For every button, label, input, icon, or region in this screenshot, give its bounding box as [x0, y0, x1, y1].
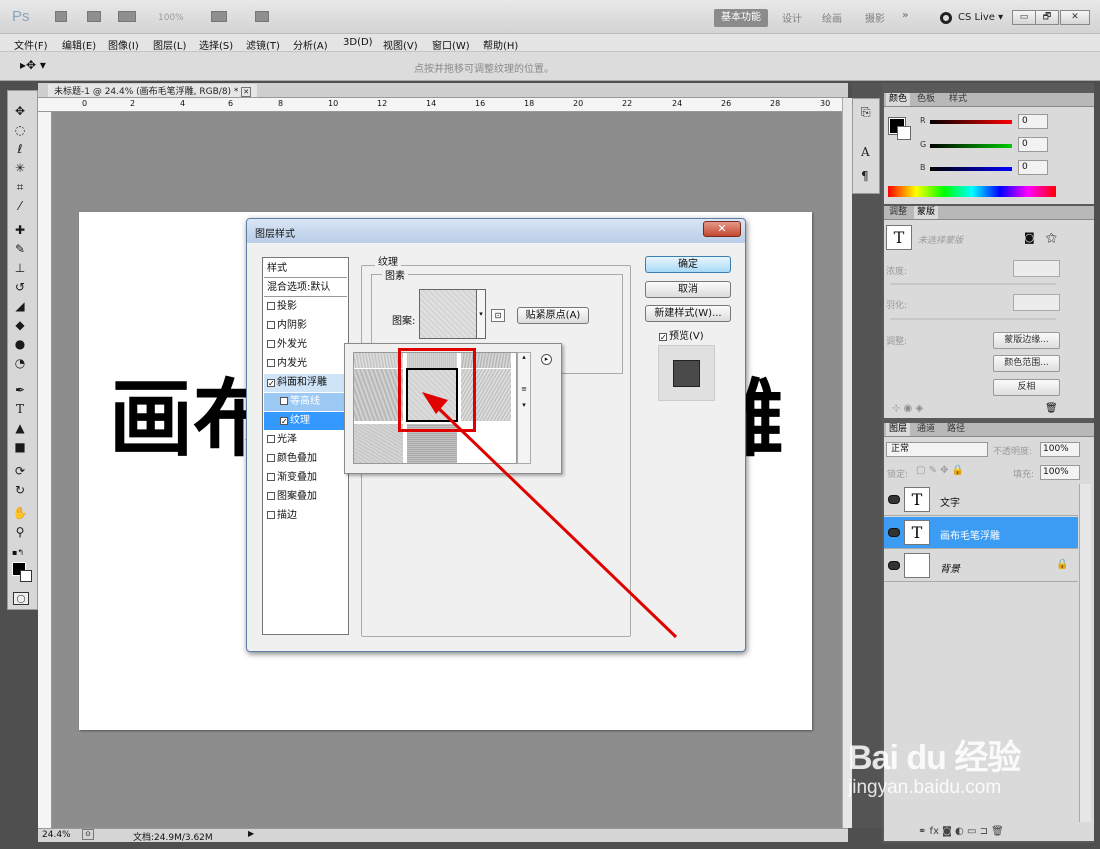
paragraph-panel-icon[interactable]: ¶: [861, 169, 869, 183]
tab-adjustments[interactable]: 调整: [886, 206, 910, 219]
green-slider[interactable]: [930, 144, 1012, 148]
watermark-brand: Bai du 经验: [848, 739, 1021, 777]
red-slider[interactable]: [930, 120, 1012, 124]
blue-slider[interactable]: [930, 167, 1012, 171]
mask-bottom-icons[interactable]: ⊹ ◉ ◈: [892, 403, 923, 414]
color-background-swatch[interactable]: [897, 126, 911, 140]
masks-panel-tabs: 调整 蒙版: [884, 206, 1094, 220]
layers-scrollbar[interactable]: [1079, 484, 1091, 822]
density-field[interactable]: [1013, 260, 1060, 277]
pixel-mask-icon[interactable]: ◙: [1024, 231, 1035, 244]
layer-row-text[interactable]: T 文字: [884, 484, 1078, 516]
layers-panel-tabs: 图层 通道 路径: [884, 423, 1094, 437]
visibility-eye-icon[interactable]: [888, 528, 900, 537]
red-value-field[interactable]: 0: [1018, 114, 1048, 129]
collapsed-panel-icons: ⎘ A ¶: [852, 98, 880, 194]
feather-field[interactable]: [1013, 294, 1060, 311]
tab-layers[interactable]: 图层: [886, 423, 911, 436]
layer-row-background[interactable]: 背景 🔒: [884, 550, 1078, 582]
blue-value-field[interactable]: 0: [1018, 160, 1048, 175]
channel-label-g: G: [920, 140, 927, 149]
channel-label-b: B: [920, 163, 926, 172]
mask-edge-button[interactable]: 蒙版边缘...: [993, 332, 1060, 349]
color-range-button[interactable]: 颜色范围...: [993, 355, 1060, 372]
history-panel-icon[interactable]: ⎘: [861, 105, 871, 120]
channel-label-r: R: [920, 116, 926, 125]
background-thumbnail: [904, 553, 930, 578]
tab-styles[interactable]: 样式: [946, 93, 970, 106]
density-slider[interactable]: [890, 283, 1056, 285]
watermark-url: jingyan.baidu.com: [848, 777, 1002, 798]
invert-button[interactable]: 反相: [993, 379, 1060, 396]
lock-label: 锁定:: [887, 470, 909, 480]
fill-field[interactable]: 100%: [1040, 465, 1080, 480]
tab-paths[interactable]: 路径: [944, 423, 968, 436]
layer-name: 文字: [940, 498, 960, 509]
layer-name: 背景: [940, 564, 960, 575]
blend-mode-select[interactable]: 正常: [886, 442, 988, 457]
lock-icon: 🔒: [1056, 559, 1069, 570]
lock-icons[interactable]: ▢ ✎ ✥ 🔒: [916, 465, 964, 476]
green-value-field[interactable]: 0: [1018, 137, 1048, 152]
feather-label: 羽化:: [886, 301, 908, 311]
layers-bottom-icons[interactable]: ⚭ fx ◙ ◐ ▭ ⊐ 🗑: [918, 826, 1004, 837]
vector-mask-icon[interactable]: ⚝: [1046, 231, 1057, 245]
panel-dock: [852, 83, 882, 828]
text-layer-thumbnail: T: [904, 520, 930, 545]
opacity-label: 不透明度:: [993, 447, 1033, 457]
mask-delete-icon[interactable]: 🗑: [1045, 403, 1058, 414]
fill-label: 填充:: [1013, 470, 1035, 480]
refine-label: 调整:: [886, 337, 908, 347]
tab-swatches[interactable]: 色板: [914, 93, 938, 106]
mask-title: 未选择蒙版: [918, 236, 964, 246]
density-label: 浓度:: [886, 267, 908, 277]
color-panel-tabs: 颜色 色板 样式: [884, 93, 1094, 107]
opacity-field[interactable]: 100%: [1040, 442, 1080, 457]
layer-row-selected[interactable]: T 画布毛笔浮雕: [884, 517, 1078, 549]
text-layer-thumbnail: T: [904, 487, 930, 512]
mask-type-thumbnail: T: [886, 225, 912, 250]
character-panel-icon[interactable]: A: [861, 145, 870, 159]
visibility-eye-icon[interactable]: [888, 561, 900, 570]
tab-color[interactable]: 颜色: [886, 93, 911, 106]
spectrum-ramp[interactable]: [888, 186, 1056, 197]
feather-slider[interactable]: [890, 318, 1056, 320]
tab-channels[interactable]: 通道: [914, 423, 938, 436]
tab-masks[interactable]: 蒙版: [914, 206, 939, 219]
layer-name: 画布毛笔浮雕: [940, 531, 1000, 542]
baidu-watermark: Bai du 经验 jingyan.baidu.com: [848, 730, 1021, 799]
visibility-eye-icon[interactable]: [888, 495, 900, 504]
